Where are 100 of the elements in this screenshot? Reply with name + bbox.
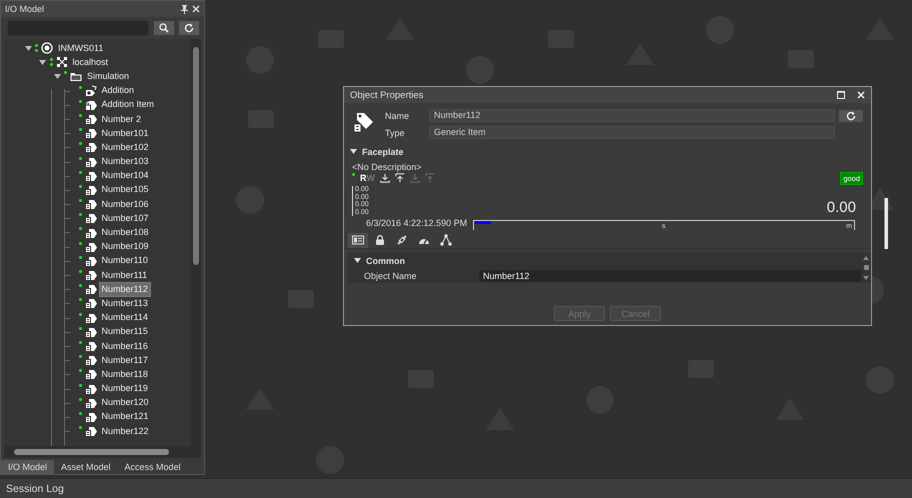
tree-item[interactable]: Number118 <box>100 368 150 381</box>
name-field[interactable]: Number112 <box>429 109 835 122</box>
tag-icon <box>84 127 96 140</box>
tree-item[interactable]: Number 2 <box>100 112 144 126</box>
tree-item[interactable]: Number112 <box>100 282 150 296</box>
refresh-icon <box>846 110 856 120</box>
tree-item[interactable]: Number107 <box>100 212 151 225</box>
tag-icon <box>84 198 96 210</box>
tree-item[interactable]: localhost <box>70 56 110 69</box>
description-text: <No Description> <box>352 162 423 172</box>
expand-arrow-icon[interactable] <box>354 258 361 264</box>
vertical-scrollbar[interactable] <box>191 39 201 446</box>
expand-arrow-icon[interactable] <box>53 74 61 79</box>
field-label: Type <box>385 128 406 138</box>
access-indicator: RW <box>360 173 375 183</box>
status-dots-icon <box>78 426 82 430</box>
value-readout: 0.00 <box>826 199 856 216</box>
tree-item[interactable]: Number114 <box>100 311 150 324</box>
tree-item[interactable]: Number111 <box>100 268 150 282</box>
tree-item[interactable]: Number109 <box>100 240 151 254</box>
scroll-up-icon[interactable] <box>863 256 869 260</box>
link-icon <box>396 234 408 246</box>
status-dots-icon <box>78 227 82 230</box>
status-dots-icon <box>35 44 38 52</box>
tree-item[interactable]: Number121 <box>100 410 151 424</box>
type-field[interactable]: Generic Item <box>429 126 835 139</box>
dialog-title: Object Properties <box>350 90 424 100</box>
panel-tab[interactable]: Access Model <box>118 460 188 474</box>
tree-item[interactable]: Simulation <box>85 70 132 83</box>
close-icon[interactable] <box>192 5 200 13</box>
session-log-tab[interactable]: Session Log <box>6 482 64 494</box>
network-icon <box>56 56 68 68</box>
search-icon <box>159 23 169 33</box>
property-value-field[interactable]: Number112 <box>479 270 861 282</box>
status-dots-icon <box>78 326 82 330</box>
field-label: Name <box>385 110 410 120</box>
tag-icon <box>84 354 96 366</box>
tree-item[interactable]: Number108 <box>100 226 151 240</box>
tree-item[interactable]: Number105 <box>100 183 151 196</box>
tree-item[interactable]: Addition Item <box>100 98 156 112</box>
tag-plug-icon <box>84 84 96 97</box>
close-icon[interactable] <box>857 91 865 99</box>
property-tab[interactable] <box>348 232 368 248</box>
horizontal-scrollbar[interactable] <box>4 446 201 458</box>
status-dots-icon <box>78 384 82 386</box>
status-dots-icon <box>78 184 82 188</box>
tree-item[interactable]: INMWS011 <box>56 42 106 55</box>
tag-icon <box>84 396 96 409</box>
lock-icon <box>374 234 386 246</box>
search-button[interactable] <box>154 21 174 35</box>
expand-arrow-icon[interactable] <box>350 149 357 155</box>
tree-item[interactable]: Addition <box>100 84 136 98</box>
status-dots-icon <box>78 213 82 216</box>
timestamp: 6/3/2016 4:22:12.590 PM <box>366 218 468 228</box>
tag-icon <box>84 240 96 253</box>
expand-arrow-icon[interactable] <box>38 60 46 65</box>
tree-item[interactable]: Number104 <box>100 169 151 182</box>
status-dots-icon <box>78 256 82 259</box>
tag-lock-icon <box>84 98 96 111</box>
status-dots-icon <box>78 412 82 415</box>
tag-icon <box>84 326 96 338</box>
panel-tab[interactable]: Asset Model <box>54 460 118 474</box>
tree-item[interactable]: Number119 <box>100 382 150 396</box>
status-dots-icon <box>78 128 82 132</box>
tag-icon <box>84 184 96 196</box>
tree-item[interactable]: Number115 <box>100 325 150 338</box>
tree-item[interactable]: Number110 <box>100 254 150 268</box>
status-dots-icon <box>50 58 52 66</box>
scroll-down-icon[interactable] <box>863 276 869 280</box>
tree-item[interactable]: Number106 <box>100 198 151 211</box>
tree-item[interactable]: Number117 <box>100 354 150 367</box>
refresh-button[interactable] <box>839 110 863 122</box>
status-dots-icon <box>78 270 82 273</box>
tree-item[interactable]: Number113 <box>100 296 150 310</box>
tag-icon <box>84 269 96 282</box>
tree-item[interactable]: Number102 <box>100 140 151 154</box>
tree-item[interactable]: Number103 <box>100 155 151 168</box>
status-dots-icon <box>78 242 82 245</box>
expand-arrow-icon[interactable] <box>24 46 32 51</box>
refresh-button[interactable] <box>179 21 199 35</box>
status-dots-icon <box>78 340 82 344</box>
property-label: Object Name <box>364 271 418 281</box>
tree-item[interactable]: Number122 <box>100 424 151 438</box>
tag-icon <box>84 382 96 395</box>
status-dots-icon <box>78 298 82 302</box>
tag-icon <box>84 425 96 438</box>
tag-icon <box>84 113 96 126</box>
timeline-marker <box>475 221 492 224</box>
tree-item[interactable]: Number120 <box>100 396 151 410</box>
panel-tab[interactable]: I/O Model <box>1 460 54 474</box>
section-header[interactable]: Faceplate <box>362 147 404 157</box>
tree-item[interactable]: Number101 <box>100 126 151 140</box>
properties-icon <box>352 234 364 246</box>
status-dots-icon <box>78 156 82 160</box>
tree-item[interactable]: Number116 <box>100 340 150 353</box>
pin-icon[interactable] <box>181 4 188 14</box>
maximize-icon[interactable] <box>837 91 845 99</box>
folder-icon <box>70 70 82 82</box>
status-dots-icon <box>64 71 67 74</box>
section-header[interactable]: Common <box>366 256 405 266</box>
